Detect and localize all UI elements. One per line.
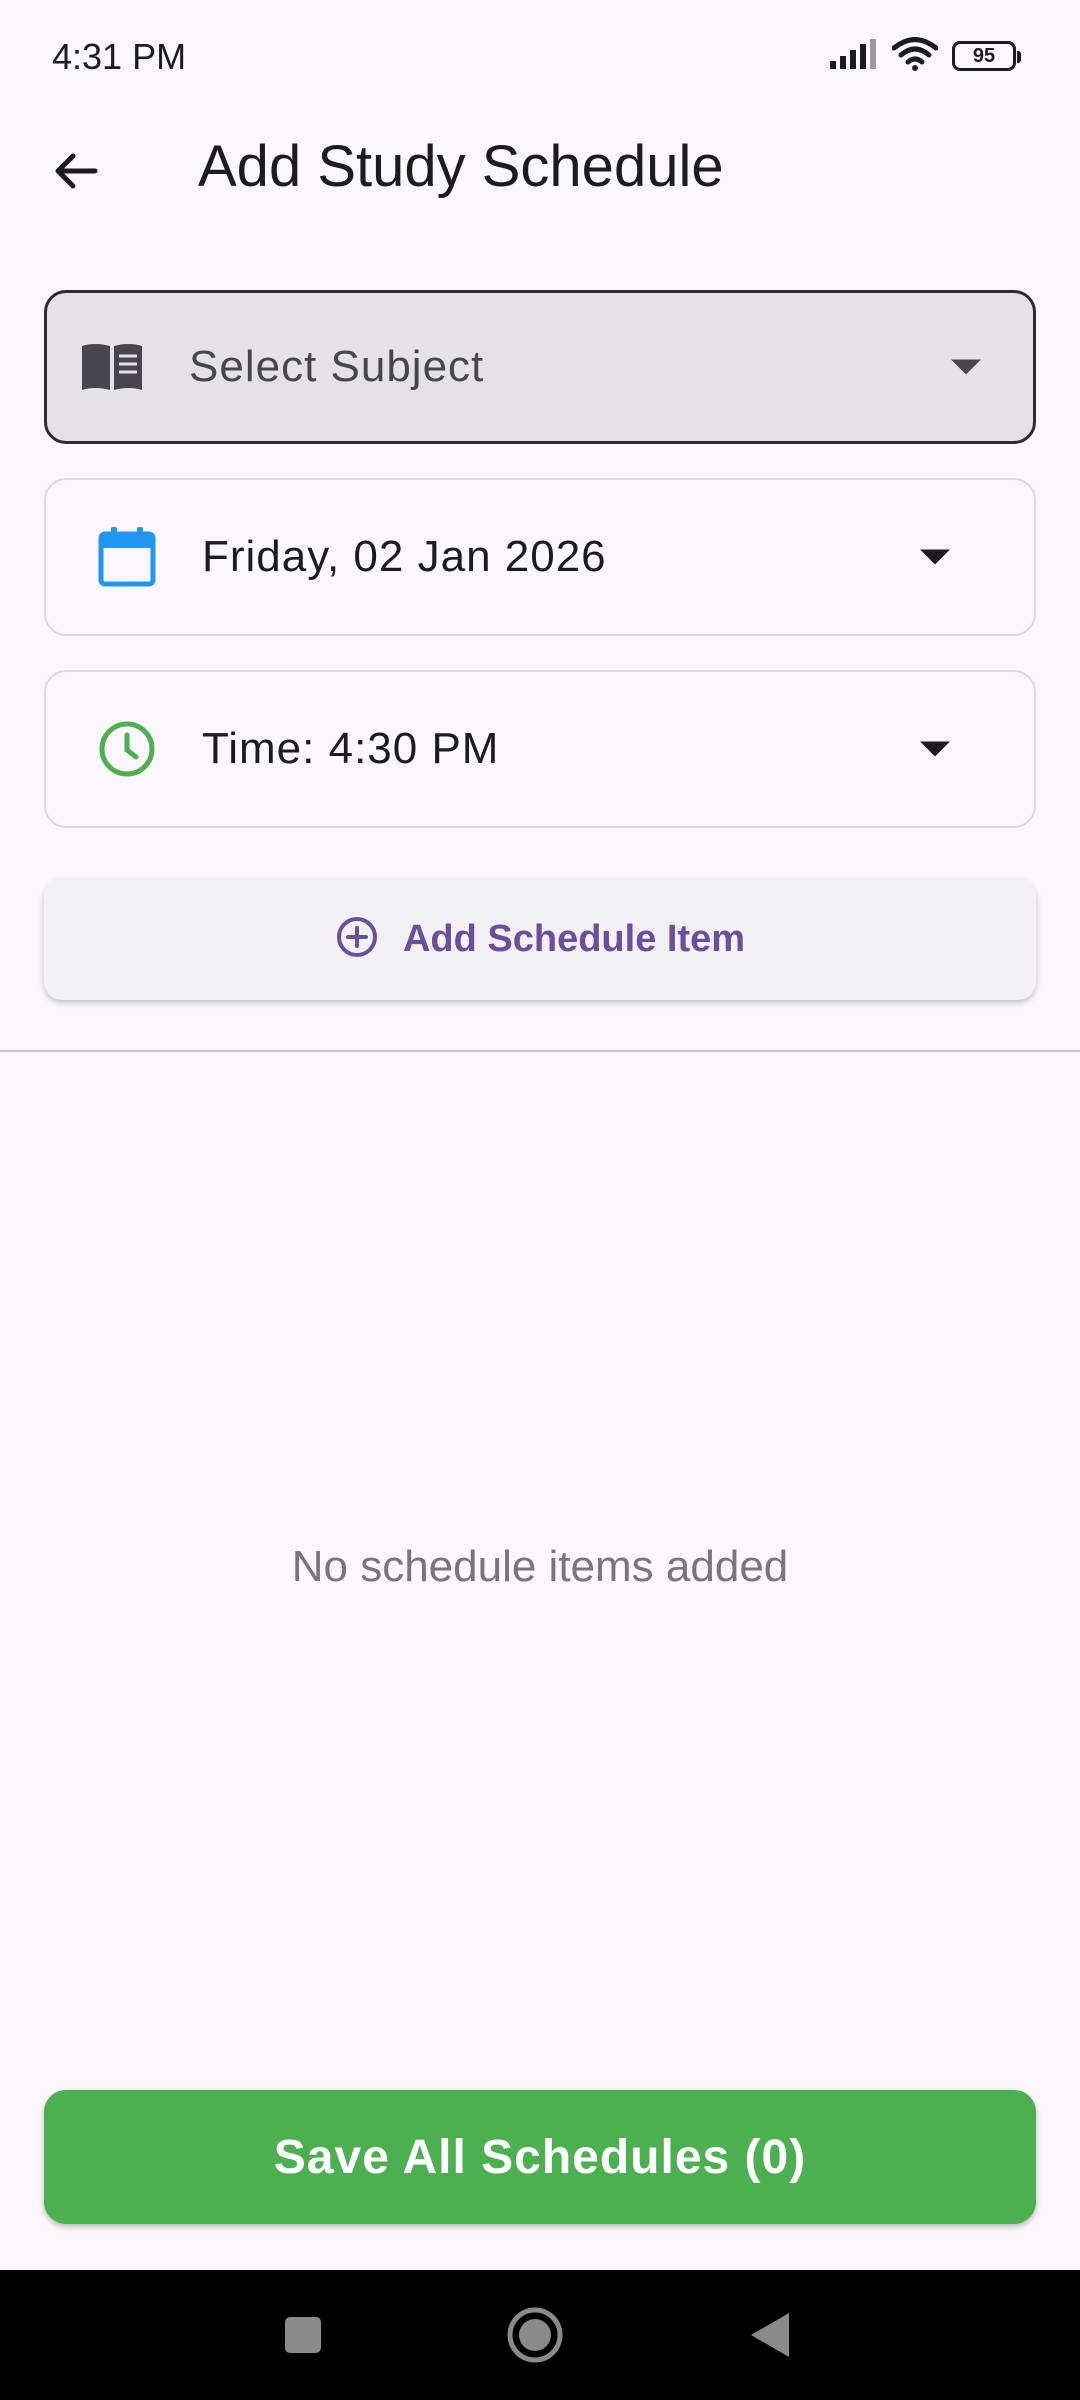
battery-icon: 95 [952,41,1021,71]
square-icon [283,2315,323,2360]
home-button[interactable] [500,2302,570,2372]
status-time: 4:31 PM [52,36,187,77]
save-all-schedules-button[interactable]: Save All Schedules (0) [44,2090,1036,2224]
back-button[interactable] [40,137,112,209]
arrow-back-icon [51,146,101,201]
app-bar: Add Study Schedule [0,115,1080,225]
recents-button[interactable] [268,2302,338,2372]
calendar-icon [94,524,160,590]
chevron-down-icon [920,741,950,757]
status-bar: 4:31 PM 95 [0,0,1080,115]
triangle-back-icon [747,2310,793,2365]
page-title: Add Study Schedule [198,134,724,199]
subject-dropdown[interactable]: Select Subject [44,290,1036,444]
clock-icon [94,716,160,782]
book-icon [79,334,145,400]
chevron-down-icon [951,359,981,375]
status-icons: 95 [828,36,1021,76]
battery-level: 95 [972,44,996,67]
wifi-icon [891,36,939,76]
time-picker-field[interactable]: Time: 4:30 PM [44,670,1036,828]
date-value: Friday, 02 Jan 2026 [202,532,607,581]
date-picker-field[interactable]: Friday, 02 Jan 2026 [44,478,1036,636]
add-circle-icon [335,915,379,964]
add-schedule-item-button[interactable]: Add Schedule Item [44,878,1036,1000]
empty-state-message: No schedule items added [291,1542,789,1591]
time-value: Time: 4:30 PM [202,724,500,773]
chevron-down-icon [920,549,950,565]
add-schedule-item-label: Add Schedule Item [402,917,746,960]
back-nav-button[interactable] [735,2302,805,2372]
system-nav-bar [0,2270,1080,2400]
signal-icon [828,38,878,74]
divider [0,1050,1080,1052]
subject-placeholder: Select Subject [189,342,485,391]
save-all-schedules-label: Save All Schedules (0) [273,2130,807,2184]
home-circle-icon [505,2305,565,2370]
